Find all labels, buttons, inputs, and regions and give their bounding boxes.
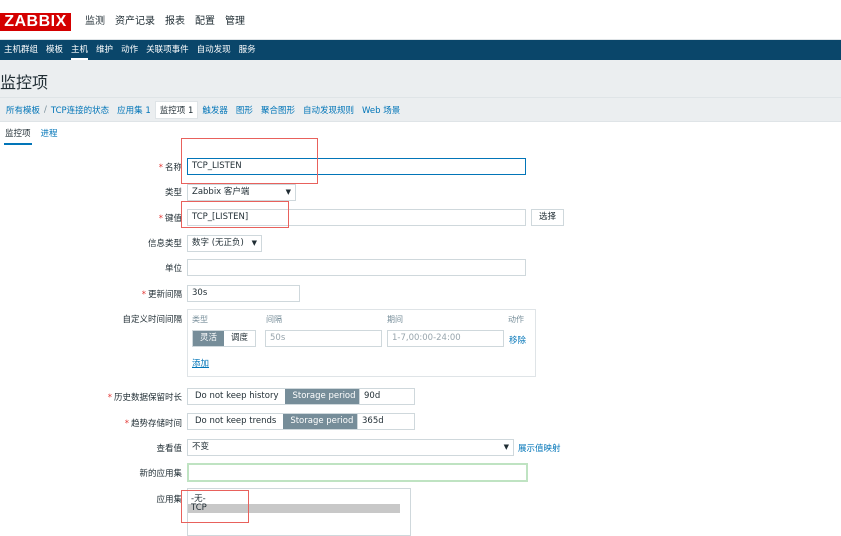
page-title: 监控项: [0, 73, 49, 92]
units-label: 单位: [164, 264, 182, 274]
breadcrumb: 所有模板 / TCP连接的状态 应用集 1 监控项 1 触发器 图形 聚合图形 …: [0, 98, 841, 122]
breadcrumb-triggers[interactable]: 触发器: [198, 104, 232, 116]
trends-mode-toggle: Do not keep trends Storage period: [187, 413, 362, 430]
menu-administration[interactable]: 管理: [220, 0, 250, 40]
custom-interval-input[interactable]: 50s: [265, 330, 382, 347]
menu-configuration[interactable]: 配置: [190, 0, 220, 40]
select-key-button[interactable]: 选择: [531, 209, 564, 226]
type-label: 类型: [164, 188, 182, 198]
chevron-down-icon: ▼: [285, 188, 291, 196]
add-interval-link[interactable]: 添加: [192, 357, 209, 369]
breadcrumb-items[interactable]: 监控项 1: [154, 100, 199, 119]
history-storage-option[interactable]: Storage period: [285, 389, 363, 404]
subnav-hosts[interactable]: 主机: [67, 40, 92, 60]
new-app-input[interactable]: [187, 463, 528, 482]
trends-no-keep-option[interactable]: Do not keep trends: [188, 414, 284, 429]
annotation-box-key: [181, 201, 289, 228]
tab-item[interactable]: 监控项: [0, 126, 36, 146]
key-label: * 键值: [158, 214, 182, 224]
type-select[interactable]: Zabbix 客户端 ▼: [187, 184, 296, 201]
title-bar: 监控项: [0, 60, 841, 98]
breadcrumb-applications[interactable]: 应用集 1: [113, 104, 155, 116]
top-header: ZABBIX 监测 资产记录 报表 配置 管理: [0, 0, 841, 40]
subnav-services[interactable]: 服务: [235, 40, 260, 60]
subnav-correlation[interactable]: 关联项事件: [142, 40, 193, 60]
zabbix-logo[interactable]: ZABBIX: [0, 13, 71, 31]
menu-monitoring[interactable]: 监测: [80, 0, 110, 40]
subnav-actions[interactable]: 动作: [117, 40, 142, 60]
flexible-option[interactable]: 灵活: [193, 331, 225, 346]
apps-label: 应用集: [156, 495, 182, 505]
trends-period-input[interactable]: 365d: [357, 413, 415, 430]
show-value-label: 查看值: [156, 444, 182, 454]
interval-input[interactable]: 30s: [187, 285, 300, 302]
form-tabs: 监控项 进程: [0, 126, 63, 146]
col-period-header: 期间: [387, 315, 403, 324]
subnav-templates[interactable]: 模板: [42, 40, 67, 60]
info-type-label: 信息类型: [147, 239, 182, 249]
units-input[interactable]: [187, 259, 526, 276]
interval-label: * 更新间隔: [141, 290, 182, 300]
annotation-box-app: [181, 490, 249, 523]
custom-intervals-label: 自定义时间间隔: [122, 315, 182, 325]
history-period-input[interactable]: 90d: [359, 388, 415, 405]
subnav-maintenance[interactable]: 维护: [92, 40, 117, 60]
show-value-select[interactable]: 不变 ▼: [187, 439, 514, 456]
subnav-host-groups[interactable]: 主机群组: [0, 40, 42, 60]
custom-period-input[interactable]: 1-7,00:00-24:00: [387, 330, 504, 347]
breadcrumb-discovery[interactable]: 自动发现规则: [299, 104, 358, 116]
chevron-down-icon: ▼: [503, 443, 509, 451]
chevron-down-icon: ▼: [251, 239, 257, 247]
menu-reports[interactable]: 报表: [160, 0, 190, 40]
breadcrumb-template[interactable]: TCP连接的状态: [47, 104, 113, 116]
menu-inventory[interactable]: 资产记录: [110, 0, 160, 40]
trends-label: * 趋势存储时间: [124, 419, 182, 429]
scheduling-option[interactable]: 调度: [224, 331, 256, 346]
history-label: * 历史数据保留时长: [107, 393, 182, 403]
breadcrumb-all-templates[interactable]: 所有模板: [2, 104, 44, 116]
value-mapping-link[interactable]: 展示值映射: [518, 442, 561, 454]
breadcrumb-screens[interactable]: 聚合图形: [257, 104, 299, 116]
breadcrumb-graphs[interactable]: 图形: [232, 104, 257, 116]
main-menu: 监测 资产记录 报表 配置 管理: [80, 0, 250, 40]
col-interval-header: 间隔: [266, 315, 282, 324]
name-label: * 名称: [158, 163, 182, 173]
interval-type-toggle: 灵活 调度: [192, 330, 257, 347]
history-no-keep-option[interactable]: Do not keep history: [188, 389, 286, 404]
tab-process[interactable]: 进程: [36, 126, 63, 146]
breadcrumb-web[interactable]: Web 场景: [358, 104, 404, 116]
new-app-label: 新的应用集: [139, 469, 182, 479]
subnav-discovery[interactable]: 自动发现: [193, 40, 235, 60]
remove-interval-link[interactable]: 移除: [509, 334, 526, 346]
col-type-header: 类型: [192, 315, 208, 324]
info-type-select[interactable]: 数字 (无正负) ▼: [187, 235, 262, 252]
history-mode-toggle: Do not keep history Storage period: [187, 388, 364, 405]
annotation-box-name: [181, 138, 318, 184]
col-action-header: 动作: [508, 315, 524, 324]
trends-storage-option[interactable]: Storage period: [283, 414, 361, 429]
sub-navigation: 主机群组 模板 主机 维护 动作 关联项事件 自动发现 服务: [0, 40, 841, 60]
